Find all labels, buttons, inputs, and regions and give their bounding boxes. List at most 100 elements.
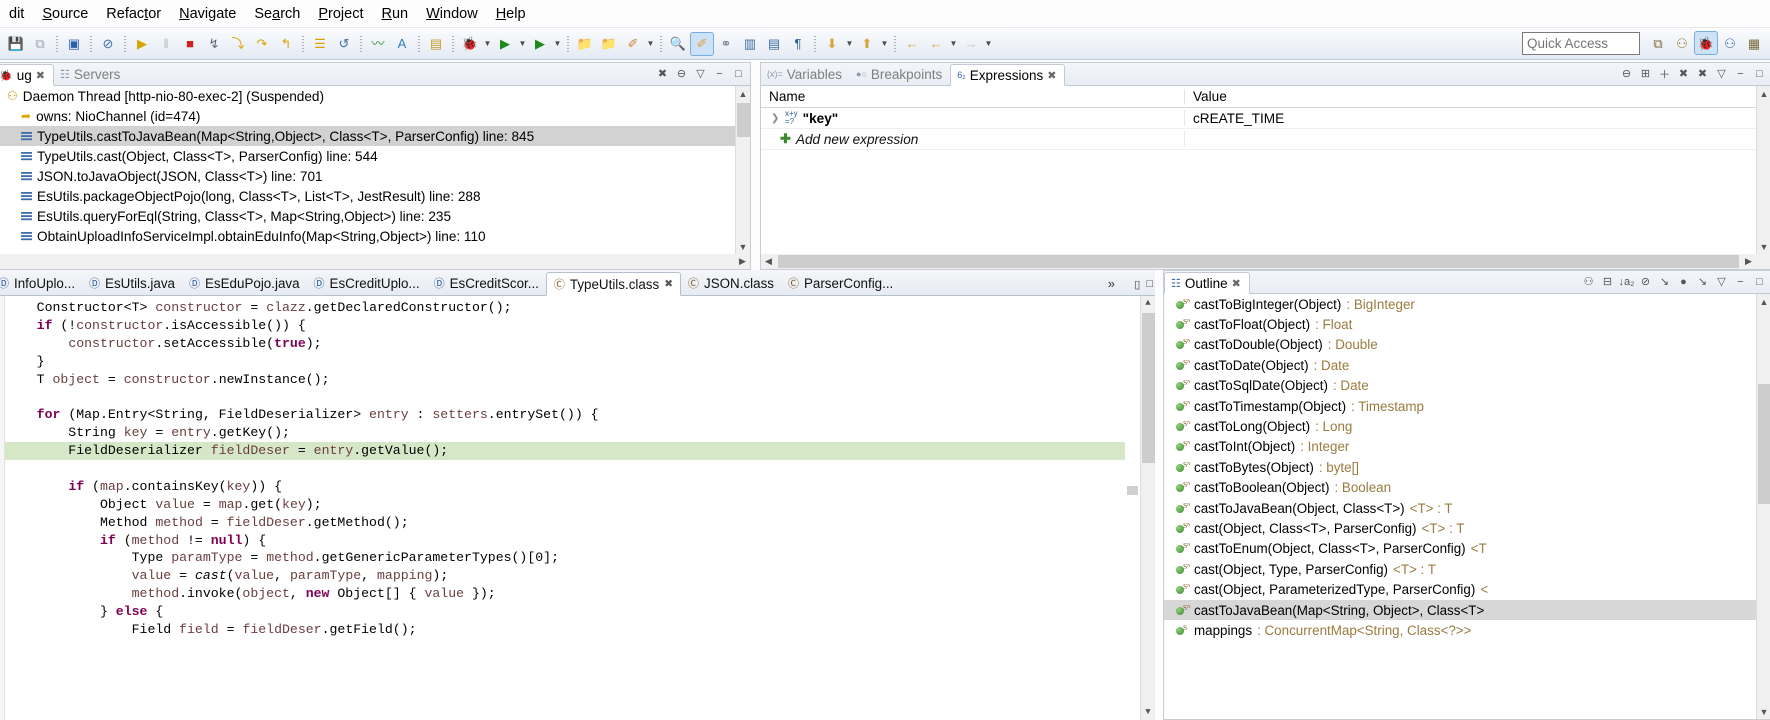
outline-row[interactable]: Sᴺ castToEnum(Object, Class<T>, ParserCon… [1164, 539, 1756, 559]
column-header-name[interactable]: Name [761, 89, 1185, 104]
terminate-all-icon[interactable]: ✖ [654, 65, 671, 82]
code-line[interactable]: if (map.containsKey(key)) { [5, 478, 1125, 496]
coverage-launch-icon[interactable]: ▶ [529, 33, 551, 55]
outline-row[interactable]: Sᴺ castToTimestamp(Object) : Timestamp [1164, 396, 1756, 416]
menu-item-search[interactable]: Search [245, 3, 309, 25]
view-menu-icon[interactable]: ▽ [1713, 65, 1730, 82]
scroll-up-icon[interactable]: ▲ [1141, 296, 1155, 311]
chevron-down-icon[interactable]: ▼ [879, 33, 890, 55]
menu-item-navigate[interactable]: Navigate [170, 3, 245, 25]
minimize-icon[interactable]: − [1732, 273, 1749, 290]
code-line[interactable]: constructor.setAccessible(true); [5, 335, 1125, 353]
memory-monitor-icon[interactable]: 〰 [367, 33, 389, 55]
menu-item-refactor[interactable]: Refactor [97, 3, 170, 25]
collapse-all-icon[interactable]: ⊖ [1618, 65, 1635, 82]
scroll-down-icon[interactable]: ▼ [736, 239, 750, 254]
debug-stack-row[interactable]: ⚇ Daemon Thread [http-nio-80-exec-2] (Sus… [0, 86, 735, 106]
step-over-icon[interactable]: ↷ [251, 33, 273, 55]
outline-row[interactable]: Smappings : ConcurrentMap<String, Class<… [1164, 620, 1756, 640]
outline-row[interactable]: Sᴺ castToDouble(Object) : Double [1164, 335, 1756, 355]
scroll-down-icon[interactable]: ▼ [1141, 705, 1155, 720]
resume-icon[interactable]: ▶ [131, 33, 153, 55]
code-line[interactable]: value = cast(value, paramType, mapping); [5, 567, 1125, 585]
quick-access-input[interactable] [1522, 32, 1640, 55]
step-into-icon[interactable]: ⤵ [227, 33, 249, 55]
scroll-up-icon[interactable]: ▲ [1757, 86, 1770, 101]
code-line[interactable]: method.invoke(object, new Object[] { val… [5, 585, 1125, 603]
outline-row[interactable]: Sᴺ castToSqlDate(Object) : Date [1164, 376, 1756, 396]
expressions-horizontal-scrollbar[interactable]: ◀ ▶ [761, 254, 1770, 269]
editor-tab[interactable]: Ⓒ TypeUtils.class ✖ [545, 272, 682, 296]
debug-stack-row[interactable]: EsUtils.queryForEql(String, Class<T>, Ma… [0, 206, 735, 226]
new-console-view-icon[interactable]: ▣ [63, 33, 85, 55]
restore-icon[interactable]: ▯ [1134, 278, 1140, 291]
toggle-block-selection-icon[interactable]: ▤ [763, 33, 785, 55]
scroll-right-icon[interactable]: ▶ [1741, 254, 1756, 269]
save-document-icon[interactable]: ▤ [425, 33, 447, 55]
outline-row[interactable]: Sᴺ cast(Object, Type, ParserConfig) <T> :… [1164, 559, 1756, 579]
tab-debug[interactable]: 🐞 ug ✖ [0, 64, 54, 86]
view-menu-collapse-icon[interactable]: ⊖ [673, 65, 690, 82]
external-tools-icon[interactable]: ✐ [622, 33, 644, 55]
code-line[interactable]: for (Map.Entry<String, FieldDeserializer… [5, 406, 1125, 424]
run-launch-icon[interactable]: ▶ [494, 33, 516, 55]
debug-stack-tree[interactable]: ⚇ Daemon Thread [http-nio-80-exec-2] (Sus… [0, 86, 735, 269]
new-java-package-icon[interactable]: 📁 [574, 33, 596, 55]
add-new-expression-row[interactable]: ✚ Add new expression [761, 129, 1756, 150]
suspend-icon[interactable]: ‖ [155, 33, 177, 55]
add-expression-icon[interactable]: ＋ [1656, 65, 1673, 82]
debug-vertical-scrollbar[interactable]: ▲ ▼ [735, 86, 750, 269]
chevron-down-icon[interactable]: ▼ [948, 33, 959, 55]
code-line[interactable]: Object value = map.get(key); [5, 496, 1125, 514]
expression-value-cell[interactable]: cREATE_TIME [1185, 111, 1284, 126]
editor-tab[interactable]: Ⓓ EsCreditScor... [427, 271, 546, 295]
expand-all-icon[interactable]: ⊞ [1637, 65, 1654, 82]
debug-launch-icon[interactable]: 🐞 [459, 33, 481, 55]
editor-tab[interactable]: Ⓓ EsEduPojo.java [182, 271, 307, 295]
display-view-icon[interactable]: A [391, 33, 413, 55]
scroll-down-icon[interactable]: ▼ [1757, 704, 1770, 719]
outline-row[interactable]: Sᴺ castToDate(Object) : Date [1164, 355, 1756, 375]
chevron-down-icon[interactable]: ▼ [552, 33, 563, 55]
code-line[interactable]: FieldDeserializer fieldDeser = entry.get… [5, 442, 1125, 461]
perspective-team-icon[interactable]: ⚇ [1719, 32, 1741, 54]
scroll-thumb[interactable] [737, 103, 750, 137]
debug-stack-row[interactable]: JSON.toJavaObject(JSON, Class<T>) line: … [0, 166, 735, 186]
editor-tab[interactable]: Ⓓ EsCreditUplo... [307, 271, 427, 295]
perspective-resource-icon[interactable]: ▦ [1743, 32, 1765, 54]
column-header-value[interactable]: Value [1185, 89, 1227, 104]
disconnect-icon[interactable]: ↯ [203, 33, 225, 55]
add-new-expression-cell[interactable]: ✚ Add new expression [761, 131, 1185, 147]
tab-outline[interactable]: ☷ Outline ✖ [1164, 272, 1250, 294]
expressions-vertical-scrollbar[interactable]: ▲ ▼ [1756, 86, 1770, 269]
editor-vertical-scrollbar[interactable]: ▲ ▼ [1140, 296, 1155, 720]
scroll-up-icon[interactable]: ▲ [736, 86, 750, 101]
menu-item-project[interactable]: Project [309, 3, 372, 25]
view-menu-icon[interactable]: ▽ [692, 65, 709, 82]
scroll-right-icon[interactable]: ▶ [735, 254, 750, 269]
remove-expression-icon[interactable]: ✖ [1675, 65, 1692, 82]
debug-horizontal-scrollbar[interactable]: ▶ [0, 254, 750, 269]
code-line[interactable]: String key = entry.getKey(); [5, 424, 1125, 442]
expression-row[interactable]: ❯ x+y =? "key" cREATE_TIME [761, 108, 1756, 129]
tab-expressions[interactable]: 6₂ Expressions ✖ [950, 64, 1066, 86]
code-editor[interactable]: Constructor<T> constructor = clazz.getDe… [0, 296, 1155, 720]
chevron-down-icon[interactable]: ▼ [517, 33, 528, 55]
maximize-icon[interactable]: □ [1751, 65, 1768, 82]
code-line[interactable]: Type paramType = method.getGenericParame… [5, 549, 1125, 567]
code-line[interactable] [5, 388, 1125, 406]
outline-row[interactable]: Sᴺ castToFloat(Object) : Float [1164, 314, 1756, 334]
editor-tab[interactable]: Ⓓ EsUtils.java [82, 271, 182, 295]
link-editor-icon[interactable]: ⚭ [715, 33, 737, 55]
code-line[interactable]: } else { [5, 603, 1125, 621]
hide-fields-icon[interactable]: ⊘ [1637, 273, 1654, 290]
code-line[interactable]: if (!constructor.isAccessible()) { [5, 317, 1125, 335]
scroll-thumb[interactable] [1758, 384, 1770, 504]
new-folder-icon[interactable]: 📁 [598, 33, 620, 55]
code-line[interactable]: Field field = fieldDeser.getField(); [5, 621, 1125, 639]
collapse-all-icon[interactable]: ⊟ [1599, 273, 1616, 290]
remove-all-expressions-icon[interactable]: ✖ [1694, 65, 1711, 82]
show-whitespace-icon[interactable]: ¶ [787, 33, 809, 55]
menu-item-source[interactable]: Source [33, 3, 97, 25]
new-window-icon[interactable]: ⧉ [1647, 32, 1669, 54]
